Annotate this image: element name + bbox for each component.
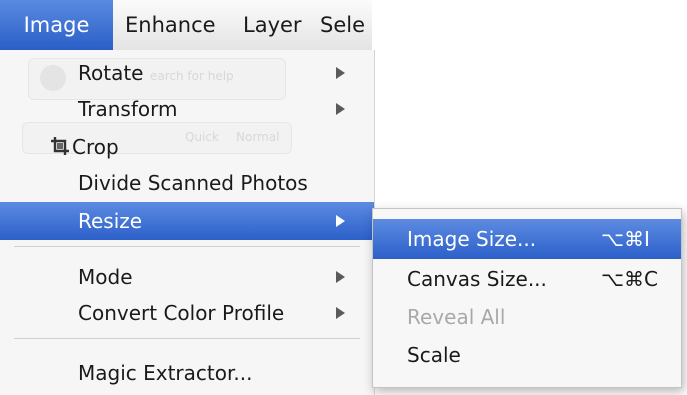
- menu-item-label: Convert Color Profile: [78, 301, 285, 325]
- submenu-item-canvas-size[interactable]: Canvas Size... ⌥⌘C: [373, 259, 681, 299]
- menu-item-label: Mode: [78, 265, 133, 289]
- menu-item-label: Resize: [78, 209, 143, 233]
- keyboard-shortcut: ⌥⌘I: [601, 227, 650, 251]
- menu-item-label: Crop: [72, 135, 119, 159]
- menu-item-label: Rotate: [78, 61, 144, 85]
- menu-item-transform[interactable]: Transform: [0, 90, 374, 128]
- image-menu-dropdown: earch for help Quick Normal Rotate Trans…: [0, 50, 375, 395]
- menu-item-divide-scanned-photos[interactable]: Divide Scanned Photos: [0, 164, 374, 202]
- menu-layer[interactable]: Layer: [243, 0, 302, 50]
- submenu-item-label: Canvas Size...: [407, 267, 547, 291]
- menu-item-label: Magic Extractor...: [78, 361, 253, 385]
- submenu-arrow-icon: [336, 67, 345, 79]
- submenu-arrow-icon: [336, 271, 345, 283]
- submenu-arrow-icon: [336, 215, 345, 227]
- menu-separator: [14, 246, 360, 247]
- submenu-item-reveal-all: Reveal All: [373, 297, 681, 337]
- menu-select[interactable]: Sele: [320, 0, 365, 50]
- menu-item-label: Divide Scanned Photos: [78, 171, 308, 195]
- menu-item-rotate[interactable]: Rotate: [0, 54, 374, 92]
- submenu-arrow-icon: [336, 307, 345, 319]
- submenu-item-label: Image Size...: [407, 227, 537, 251]
- menu-separator: [14, 338, 360, 339]
- menu-image[interactable]: Image: [0, 0, 113, 50]
- menu-item-label: Transform: [78, 97, 178, 121]
- submenu-item-label: Scale: [407, 343, 461, 367]
- menu-bar: Image Enhance Layer Sele: [0, 0, 372, 51]
- menu-item-magic-extractor[interactable]: Magic Extractor...: [0, 354, 374, 392]
- resize-submenu: Image Size... ⌥⌘I Canvas Size... ⌥⌘C Rev…: [372, 208, 682, 388]
- menu-enhance[interactable]: Enhance: [125, 0, 216, 50]
- crop-icon: [51, 137, 69, 155]
- submenu-item-scale[interactable]: Scale: [373, 335, 681, 375]
- submenu-item-label: Reveal All: [407, 305, 506, 329]
- submenu-item-image-size[interactable]: Image Size... ⌥⌘I: [373, 219, 681, 259]
- menu-item-crop[interactable]: Crop: [0, 128, 374, 166]
- menu-item-convert-color-profile[interactable]: Convert Color Profile: [0, 294, 374, 332]
- menu-item-resize[interactable]: Resize: [0, 202, 374, 240]
- menu-item-mode[interactable]: Mode: [0, 258, 374, 296]
- keyboard-shortcut: ⌥⌘C: [601, 267, 659, 291]
- submenu-arrow-icon: [336, 103, 345, 115]
